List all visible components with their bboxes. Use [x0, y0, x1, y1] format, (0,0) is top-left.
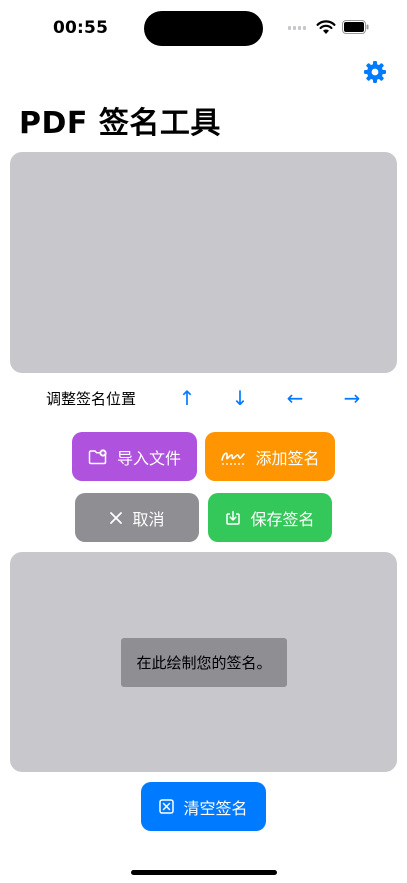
move-right-button[interactable]: →	[340, 386, 364, 410]
status-bar: 00:55	[0, 0, 407, 56]
cellular-signal-icon	[288, 26, 306, 30]
home-indicator[interactable]	[131, 870, 277, 875]
cancel-label: 取消	[132, 509, 165, 529]
save-signature-button[interactable]: 保存签名	[208, 493, 332, 542]
move-down-button[interactable]: ↓	[228, 386, 252, 410]
download-icon	[226, 510, 241, 525]
folder-add-icon	[88, 448, 107, 464]
gear-icon[interactable]	[363, 60, 387, 84]
arrow-right-icon: →	[343, 386, 361, 410]
battery-icon	[342, 20, 369, 34]
arrow-left-icon: ←	[286, 386, 304, 410]
status-time: 00:55	[53, 18, 109, 38]
import-file-label: 导入文件	[116, 448, 181, 468]
page-title: PDF 签名工具	[19, 106, 221, 141]
pdf-preview-area[interactable]	[10, 152, 397, 373]
clear-signature-button[interactable]: 清空签名	[141, 782, 266, 831]
move-up-button[interactable]: ↑	[175, 386, 199, 410]
arrow-down-icon: ↓	[231, 386, 249, 410]
add-signature-label: 添加签名	[255, 448, 320, 468]
adjust-position-label: 调整签名位置	[46, 390, 137, 408]
clear-signature-label: 清空签名	[183, 798, 248, 818]
close-icon	[110, 511, 123, 524]
arrow-up-icon: ↑	[178, 386, 196, 410]
save-signature-label: 保存签名	[250, 509, 315, 529]
wifi-icon	[316, 20, 336, 34]
signature-hint: 在此绘制您的签名。	[121, 638, 287, 687]
import-file-button[interactable]: 导入文件	[72, 432, 197, 481]
move-left-button[interactable]: ←	[283, 386, 307, 410]
clear-box-icon	[159, 799, 175, 814]
adjust-position-row: 调整签名位置 ↑ ↓ ← →	[0, 386, 407, 410]
add-signature-button[interactable]: 添加签名	[205, 432, 335, 481]
signature-icon	[221, 451, 246, 465]
cancel-button[interactable]: 取消	[75, 493, 199, 542]
dynamic-island	[144, 11, 263, 46]
